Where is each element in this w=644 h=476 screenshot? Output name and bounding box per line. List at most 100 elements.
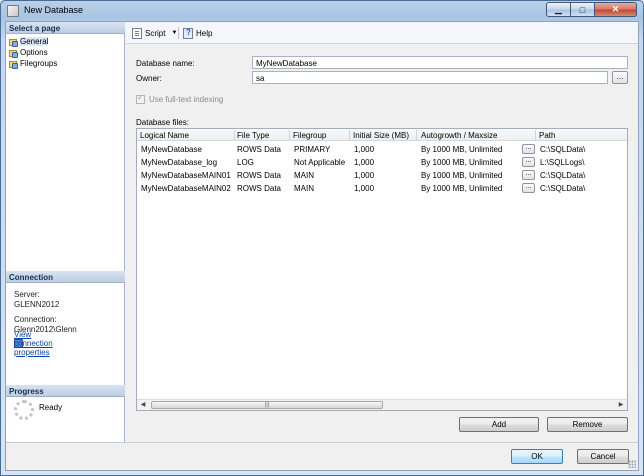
cell-filegroup[interactable]: PRIMARY	[294, 145, 330, 154]
table-row[interactable]: MyNewDatabaseMAIN02 ROWS Data MAIN 1,000…	[137, 182, 627, 195]
grid-header: Logical Name File Type Filegroup Initial…	[137, 129, 627, 141]
column-header-logical-name[interactable]: Logical Name	[140, 131, 189, 140]
cell-filegroup[interactable]: Not Applicable	[294, 158, 345, 167]
page-item-label: General	[20, 37, 49, 46]
table-row[interactable]: MyNewDatabase_log LOG Not Applicable 1,0…	[137, 156, 627, 169]
cell-initial-size[interactable]: 1,000	[354, 158, 374, 167]
script-icon	[132, 27, 142, 39]
scroll-thumb[interactable]: |||	[151, 401, 383, 409]
script-label: Script	[145, 28, 166, 38]
page-item-general[interactable]: General	[9, 36, 49, 47]
column-header-initial-size[interactable]: Initial Size (MB)	[353, 131, 409, 140]
caption-buttons: ▁ □ ✕	[546, 2, 637, 17]
minimize-button[interactable]: ▁	[546, 2, 571, 17]
script-button[interactable]: Script ▼	[132, 27, 177, 39]
autogrowth-edit-button[interactable]: ...	[522, 157, 535, 167]
scroll-right-icon[interactable]: ▶	[616, 401, 626, 410]
page-item-label: Options	[20, 48, 48, 57]
database-files-grid[interactable]: Logical Name File Type Filegroup Initial…	[136, 128, 628, 411]
cell-path[interactable]: C:\SQLData\	[540, 171, 585, 180]
toolbar: Script ▼ Help	[126, 22, 638, 44]
page-wrench-icon	[9, 49, 18, 58]
column-header-filegroup[interactable]: Filegroup	[293, 131, 326, 140]
cell-logical-name[interactable]: MyNewDatabase_log	[141, 158, 217, 167]
cell-file-type[interactable]: ROWS Data	[237, 171, 281, 180]
page-wrench-icon	[9, 38, 18, 47]
owner-browse-button[interactable]: ...	[612, 71, 628, 84]
column-divider	[416, 130, 417, 140]
progress-spinner-icon	[14, 400, 34, 420]
resize-grip-icon[interactable]	[628, 460, 636, 468]
autogrowth-edit-button[interactable]: ...	[522, 183, 535, 193]
close-button[interactable]: ✕	[595, 2, 637, 17]
cell-path[interactable]: C:\SQLData\	[540, 184, 585, 193]
cancel-button[interactable]: Cancel	[577, 449, 629, 464]
cell-autogrowth: By 1000 MB, Unlimited	[421, 184, 503, 193]
fulltext-indexing-label: Use full-text indexing	[149, 95, 224, 104]
dialog-client-area: Select a page General Options Filegroups…	[5, 21, 639, 471]
cell-file-type[interactable]: ROWS Data	[237, 184, 281, 193]
server-value: GLENN2012	[14, 300, 60, 309]
cell-path[interactable]: L:\SQLLogs\	[540, 158, 584, 167]
page-item-filegroups[interactable]: Filegroups	[9, 58, 57, 69]
cell-initial-size[interactable]: 1,000	[354, 171, 374, 180]
remove-button[interactable]: Remove	[547, 417, 628, 432]
title-bar[interactable]: New Database ▁ □ ✕	[1, 1, 643, 21]
owner-label: Owner:	[136, 74, 162, 83]
help-label: Help	[196, 28, 213, 38]
ok-button[interactable]: OK	[511, 449, 563, 464]
left-pane: Select a page General Options Filegroups…	[6, 22, 125, 442]
cell-filegroup[interactable]: MAIN	[294, 171, 314, 180]
cell-logical-name[interactable]: MyNewDatabaseMAIN01	[141, 171, 231, 180]
autogrowth-edit-button[interactable]: ...	[522, 144, 535, 154]
connection-label: Connection:	[14, 315, 57, 324]
dialog-button-bar: OK Cancel	[6, 442, 638, 470]
column-header-autogrowth[interactable]: Autogrowth / Maxsize	[421, 131, 497, 140]
cell-file-type[interactable]: ROWS Data	[237, 145, 281, 154]
table-row[interactable]: MyNewDatabase ROWS Data PRIMARY 1,000 By…	[137, 143, 627, 156]
server-label: Server:	[14, 290, 40, 299]
view-connection-properties-link[interactable]: View connection properties	[14, 330, 53, 357]
scroll-left-icon[interactable]: ◀	[138, 401, 148, 410]
help-button[interactable]: Help	[183, 27, 212, 39]
cell-filegroup[interactable]: MAIN	[294, 184, 314, 193]
page-wrench-icon	[9, 60, 18, 69]
window-title: New Database	[24, 5, 84, 15]
select-page-header: Select a page	[6, 22, 125, 34]
column-divider	[289, 130, 290, 140]
minimize-icon: ▁	[555, 4, 562, 14]
close-icon: ✕	[611, 4, 620, 14]
link-label: View connection properties	[14, 330, 53, 357]
toolbar-separator	[178, 27, 179, 39]
database-name-label: Database name:	[136, 59, 195, 68]
maximize-button[interactable]: □	[571, 2, 595, 17]
add-button[interactable]: Add	[459, 417, 539, 432]
cell-logical-name[interactable]: MyNewDatabaseMAIN02	[141, 184, 231, 193]
connection-header: Connection	[6, 271, 125, 283]
help-icon	[183, 27, 193, 39]
autogrowth-edit-button[interactable]: ...	[522, 170, 535, 180]
column-header-path[interactable]: Path	[539, 131, 555, 140]
database-files-label: Database files:	[136, 118, 189, 127]
page-item-options[interactable]: Options	[9, 47, 48, 58]
dropdown-arrow-icon: ▼	[171, 30, 178, 36]
cell-file-type[interactable]: LOG	[237, 158, 254, 167]
column-header-file-type[interactable]: File Type	[237, 131, 269, 140]
cell-autogrowth: By 1000 MB, Unlimited	[421, 145, 503, 154]
column-divider	[535, 130, 536, 140]
table-row[interactable]: MyNewDatabaseMAIN01 ROWS Data MAIN 1,000…	[137, 169, 627, 182]
maximize-icon: □	[579, 4, 586, 15]
column-divider	[234, 130, 235, 140]
database-name-field[interactable]: MyNewDatabase	[252, 56, 628, 69]
cell-initial-size[interactable]: 1,000	[354, 145, 374, 154]
cell-initial-size[interactable]: 1,000	[354, 184, 374, 193]
database-icon	[7, 5, 19, 17]
cell-path[interactable]: C:\SQLData\	[540, 145, 585, 154]
cell-logical-name[interactable]: MyNewDatabase	[141, 145, 202, 154]
progress-status: Ready	[39, 403, 63, 412]
column-divider	[349, 130, 350, 140]
horizontal-scrollbar[interactable]: ◀ ||| ▶	[137, 399, 627, 410]
cell-autogrowth: By 1000 MB, Unlimited	[421, 171, 503, 180]
fulltext-indexing-checkbox[interactable]	[136, 93, 145, 104]
owner-field[interactable]: sa	[252, 71, 608, 84]
